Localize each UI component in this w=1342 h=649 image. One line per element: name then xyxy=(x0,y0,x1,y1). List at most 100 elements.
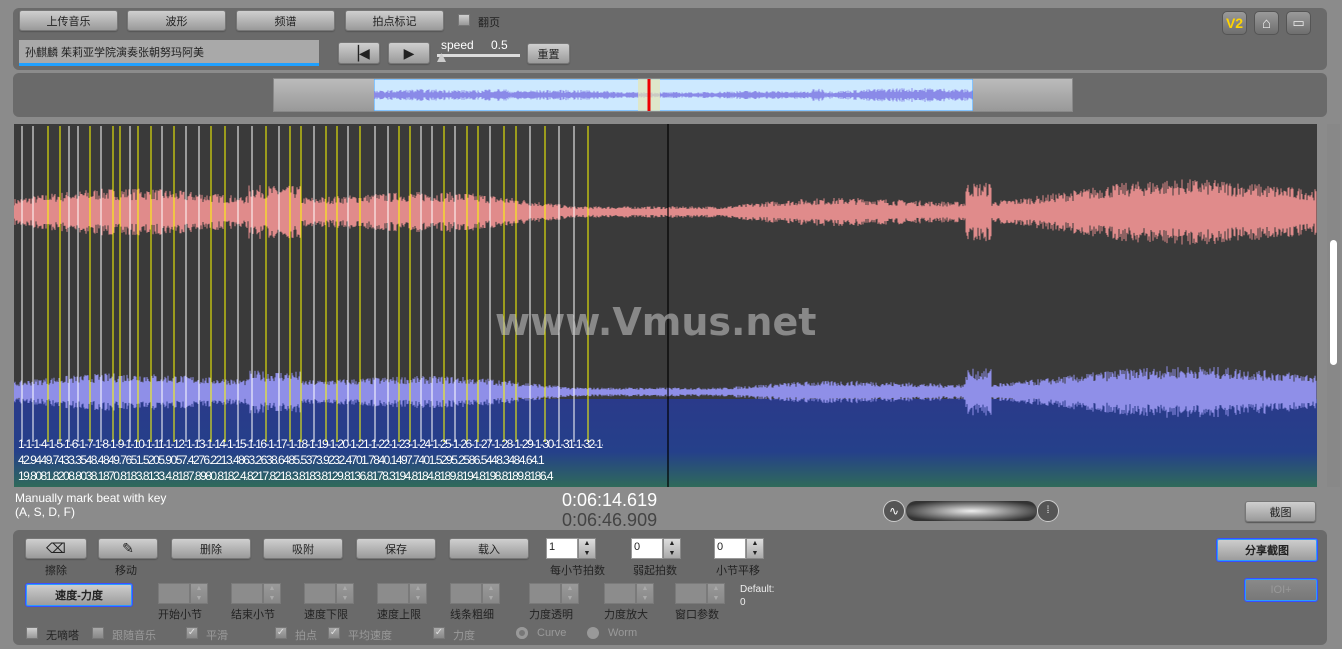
radio-button[interactable] xyxy=(516,627,528,639)
beats-per-bar-label: 每小节拍数 xyxy=(550,565,605,577)
stepper-arrows[interactable]: ▲ ▼ xyxy=(636,583,654,604)
beats-per-bar-stepper[interactable]: 1 ▲ ▼ xyxy=(546,538,596,559)
share-screenshot-button[interactable]: 分享截图 xyxy=(1216,538,1318,562)
param-stepper[interactable]: ▲ ▼ xyxy=(304,583,354,604)
eraser-icon: ⌫ xyxy=(46,540,66,556)
spectrum-mode-icon[interactable]: ⁞ xyxy=(1037,500,1059,522)
option-label: 力度 xyxy=(453,630,475,642)
param-input[interactable] xyxy=(604,583,636,604)
ioi-button[interactable]: IOI+ xyxy=(1244,578,1318,602)
param-stepper[interactable]: ▲ ▼ xyxy=(231,583,281,604)
speed-value: 0.5 xyxy=(491,38,508,52)
erase-button[interactable]: ⌫ xyxy=(25,538,87,559)
option-label: 无嘀嗒 xyxy=(46,630,79,642)
move-label: 移动 xyxy=(115,565,137,577)
save-button[interactable]: 保存 xyxy=(356,538,436,559)
move-button[interactable]: ✎ xyxy=(98,538,158,559)
version-v2-button[interactable]: V2 xyxy=(1222,11,1247,35)
delete-button[interactable]: 删除 xyxy=(171,538,251,559)
param-label: 力度透明 xyxy=(529,609,573,621)
stepper-arrows[interactable]: ▲ ▼ xyxy=(482,583,500,604)
current-time: 0:06:14.619 xyxy=(562,490,658,510)
speed-slider[interactable] xyxy=(437,54,520,57)
option-label: 拍点 xyxy=(295,630,317,642)
option-checkbox[interactable]: ✓ xyxy=(186,627,198,639)
waveform-button[interactable]: 波形 xyxy=(127,10,226,31)
scrollbar-thumb[interactable] xyxy=(1330,240,1337,365)
option-checkbox[interactable]: ✓ xyxy=(328,627,340,639)
stepper-arrows[interactable]: ▲ ▼ xyxy=(746,538,764,559)
beat-labels-row1: 1-1-1-4-1-5-1-6-1-7-1-8-1-9-1-10-1-11-1-… xyxy=(18,437,603,451)
param-label: 速度上限 xyxy=(377,609,421,621)
option-checkbox[interactable] xyxy=(26,627,38,639)
stepper-arrows[interactable]: ▲ ▼ xyxy=(578,538,596,559)
param-input[interactable] xyxy=(675,583,707,604)
param-label: 结束小节 xyxy=(231,609,275,621)
stepper-arrows[interactable]: ▲ ▼ xyxy=(663,538,681,559)
erase-label: 擦除 xyxy=(45,565,67,577)
option-checkbox[interactable] xyxy=(92,627,104,639)
param-input[interactable] xyxy=(529,583,561,604)
param-label: 线条粗细 xyxy=(450,609,494,621)
param-stepper[interactable]: ▲ ▼ xyxy=(450,583,500,604)
page-flip-label: 翻页 xyxy=(478,17,500,29)
param-input[interactable] xyxy=(231,583,263,604)
param-input[interactable] xyxy=(450,583,482,604)
beats-per-bar-input[interactable]: 1 xyxy=(546,538,578,559)
param-stepper[interactable]: ▲ ▼ xyxy=(529,583,579,604)
param-stepper[interactable]: ▲ ▼ xyxy=(675,583,725,604)
stepper-arrows[interactable]: ▲ ▼ xyxy=(336,583,354,604)
upload-music-button[interactable]: 上传音乐 xyxy=(19,10,118,31)
default-label: Default: xyxy=(740,584,775,595)
snap-button[interactable]: 吸附 xyxy=(263,538,343,559)
spectrum-button[interactable]: 频谱 xyxy=(236,10,335,31)
total-time: 0:06:46.909 xyxy=(562,510,658,530)
param-label: 窗口参数 xyxy=(675,609,719,621)
beat-labels-row3: 19.8081.8208.8038.1870.8183.8133.4.8187.… xyxy=(18,469,554,483)
track-title-field[interactable]: 孙麒麟 茱莉亚学院演奏张朝努玛阿美 xyxy=(19,40,319,66)
stepper-arrows[interactable]: ▲ ▼ xyxy=(561,583,579,604)
pickup-beats-label: 弱起拍数 xyxy=(633,565,677,577)
stepper-arrows[interactable]: ▲ ▼ xyxy=(707,583,725,604)
param-label: 力度放大 xyxy=(604,609,648,621)
page-flip-checkbox[interactable] xyxy=(458,14,470,26)
speed-label: speed xyxy=(441,38,474,52)
option-label: 跟随音乐 xyxy=(112,630,156,642)
overview-selection[interactable] xyxy=(374,79,973,111)
param-input[interactable] xyxy=(304,583,336,604)
reset-button[interactable]: 重置 xyxy=(527,43,570,64)
option-checkbox[interactable]: ✓ xyxy=(275,627,287,639)
radio-label: Worm xyxy=(608,627,638,639)
pickup-beats-stepper[interactable]: 0 ▲ ▼ xyxy=(631,538,681,559)
load-button[interactable]: 载入 xyxy=(449,538,529,559)
param-stepper[interactable]: ▲ ▼ xyxy=(604,583,654,604)
home-icon[interactable]: ⌂ xyxy=(1254,11,1279,35)
param-input[interactable] xyxy=(377,583,409,604)
param-input[interactable] xyxy=(158,583,190,604)
option-checkbox[interactable]: ✓ xyxy=(433,627,445,639)
param-stepper[interactable]: ▲ ▼ xyxy=(377,583,427,604)
stepper-arrows[interactable]: ▲ ▼ xyxy=(409,583,427,604)
bar-offset-stepper[interactable]: 0 ▲ ▼ xyxy=(714,538,764,559)
option-label: 平滑 xyxy=(206,630,228,642)
param-label: 速度下限 xyxy=(304,609,348,621)
param-stepper[interactable]: ▲ ▼ xyxy=(158,583,208,604)
stepper-arrows[interactable]: ▲ ▼ xyxy=(190,583,208,604)
beat-mark-button[interactable]: 拍点标记 xyxy=(345,10,444,31)
play-button[interactable]: ▶ xyxy=(388,42,430,64)
screenshot-button[interactable]: 截图 xyxy=(1245,501,1316,522)
watermark: www.Vmus.net xyxy=(495,300,817,344)
bar-offset-label: 小节平移 xyxy=(716,565,760,577)
pickup-beats-input[interactable]: 0 xyxy=(631,538,663,559)
stepper-arrows[interactable]: ▲ ▼ xyxy=(263,583,281,604)
waveform-mode-icon[interactable]: ∿ xyxy=(883,500,905,522)
option-label: 平均速度 xyxy=(348,630,392,642)
skip-back-button[interactable]: ▕◀ xyxy=(338,42,380,64)
fullscreen-icon[interactable]: ▭ xyxy=(1286,11,1311,35)
view-mode-toggle[interactable] xyxy=(906,501,1037,521)
speed-dynamics-button[interactable]: 速度-力度 xyxy=(25,583,133,607)
move-icon: ✎ xyxy=(122,540,134,556)
hint-line2: (A, S, D, F) xyxy=(15,505,75,519)
bar-offset-input[interactable]: 0 xyxy=(714,538,746,559)
radio-button[interactable] xyxy=(587,627,599,639)
